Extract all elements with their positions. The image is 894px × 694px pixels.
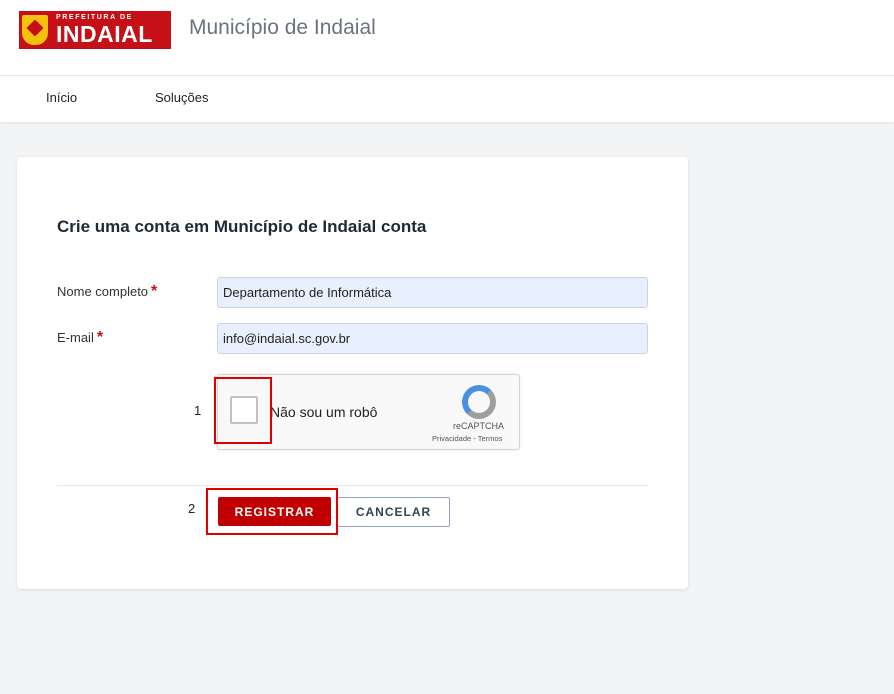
name-label: Nome completo *: [57, 283, 157, 301]
cancel-button[interactable]: CANCELAR: [337, 497, 450, 527]
prefeitura-logo[interactable]: PREFEITURA DE INDAIAL: [19, 11, 171, 49]
register-card: Crie uma conta em Município de Indaial c…: [17, 157, 688, 589]
site-header: PREFEITURA DE INDAIAL Município de Indai…: [0, 0, 894, 122]
logo-name: INDAIAL: [56, 21, 153, 47]
form-title: Crie uma conta em Município de Indaial c…: [57, 217, 427, 236]
required-mark: *: [96, 329, 104, 346]
recaptcha-brand: reCAPTCHA: [453, 421, 505, 431]
email-label: E-mail *: [57, 329, 103, 347]
nav-item-solucoes[interactable]: Soluções: [155, 90, 208, 105]
logo-subtitle: PREFEITURA DE: [56, 14, 133, 21]
recaptcha-label: Não sou um robô: [270, 404, 378, 420]
required-mark: *: [151, 283, 158, 300]
email-input[interactable]: [217, 323, 648, 354]
highlight-box-checkbox: [214, 377, 272, 444]
logo-text: PREFEITURA DE INDAIAL: [56, 14, 153, 46]
name-label-text: Nome completo: [57, 284, 149, 299]
highlight-box-register: [206, 488, 338, 535]
recaptcha-logo-icon: [462, 385, 496, 419]
step-number-1: 1: [194, 403, 202, 418]
full-name-input[interactable]: [217, 277, 648, 308]
recaptcha-links[interactable]: Privacidade - Termos: [432, 434, 502, 443]
nav-item-inicio[interactable]: Início: [46, 90, 77, 105]
email-label-text: E-mail: [57, 330, 94, 345]
city-crest-icon: [22, 15, 48, 45]
form-divider: [57, 485, 648, 486]
site-title: Município de Indaial: [189, 16, 376, 39]
nav-divider: [0, 75, 894, 76]
step-number-2: 2: [188, 501, 196, 516]
